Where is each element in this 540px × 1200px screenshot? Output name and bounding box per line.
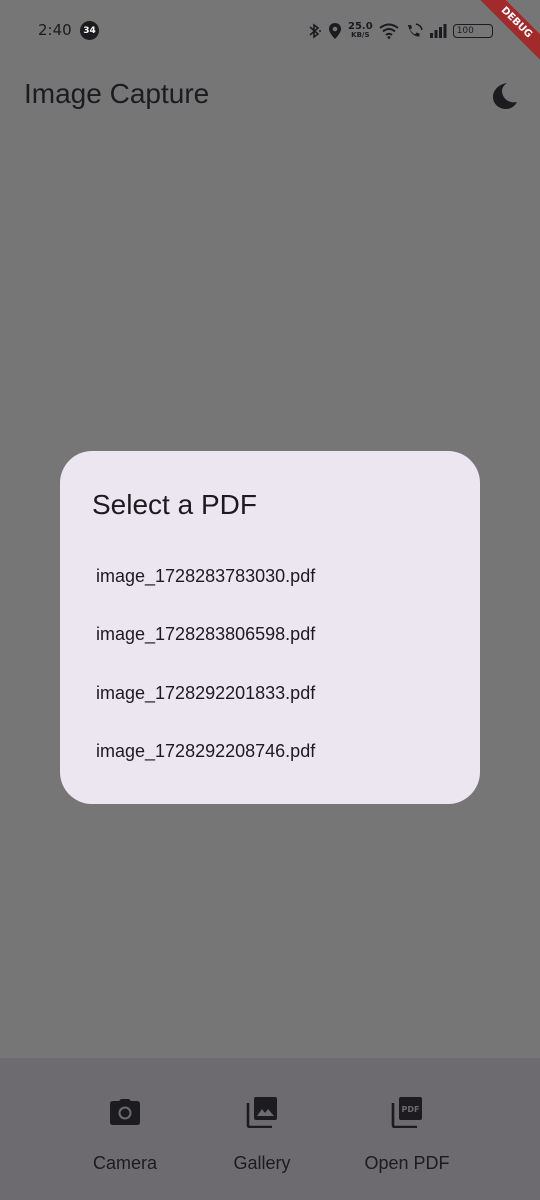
notification-count-badge: 34	[80, 21, 99, 40]
nav-gallery[interactable]: Gallery	[222, 1058, 302, 1200]
select-pdf-dialog: Select a PDF image_1728283783030.pdf ima…	[60, 451, 480, 804]
pdf-file-list: image_1728283783030.pdf image_1728283806…	[60, 547, 480, 781]
nav-open-pdf[interactable]: PDF Open PDF	[356, 1058, 458, 1200]
app-title: Image Capture	[24, 78, 210, 109]
nav-camera[interactable]: Camera	[84, 1058, 166, 1200]
network-speed-unit: KB/S	[351, 31, 370, 39]
pdf-file-item[interactable]: image_1728283806598.pdf	[60, 606, 480, 665]
cell-signal-icon	[429, 24, 447, 38]
pdf-icon: PDF	[391, 1096, 423, 1128]
dialog-title: Select a PDF	[92, 489, 257, 520]
moon-icon	[489, 81, 519, 115]
theme-toggle-button[interactable]	[486, 80, 522, 116]
wifi-calling-icon	[405, 23, 423, 39]
status-bar: 2:40 34 25.0 KB/S 100	[0, 0, 540, 64]
gallery-icon	[246, 1096, 278, 1128]
status-time: 2:40	[38, 21, 72, 39]
camera-icon	[109, 1096, 141, 1128]
pdf-file-item[interactable]: image_1728292208746.pdf	[60, 723, 480, 782]
bottom-navigation-bar: Camera Gallery PDF Open PDF	[0, 1058, 540, 1200]
nav-label-camera: Camera	[92, 1153, 158, 1173]
nav-label-open-pdf: Open PDF	[364, 1153, 450, 1173]
pdf-file-item[interactable]: image_1728292201833.pdf	[60, 664, 480, 723]
status-icons: 25.0 KB/S 100	[306, 18, 493, 44]
battery-indicator: 100	[452, 24, 493, 38]
network-speed-value: 25.0	[348, 21, 373, 32]
wifi-icon	[379, 23, 399, 39]
pdf-file-item[interactable]: image_1728283783030.pdf	[60, 547, 480, 606]
svg-text:PDF: PDF	[402, 1105, 420, 1114]
network-speed: 25.0 KB/S	[348, 22, 373, 40]
bluetooth-icon	[306, 23, 322, 39]
nav-label-gallery: Gallery	[233, 1153, 291, 1173]
location-icon	[328, 22, 342, 40]
